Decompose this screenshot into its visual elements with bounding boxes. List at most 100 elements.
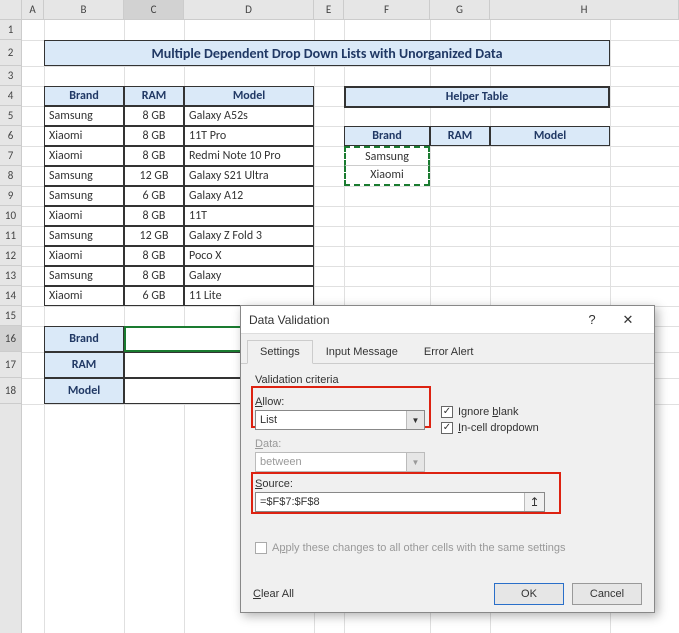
cell-ram[interactable]: 8 GB [124, 266, 184, 286]
data-value: between [260, 456, 302, 468]
row-header[interactable]: 4 [0, 86, 21, 106]
chevron-down-icon[interactable]: ▼ [406, 411, 424, 429]
cell-ram[interactable]: 8 GB [124, 206, 184, 226]
cell-ram[interactable]: 8 GB [124, 146, 184, 166]
cell-model[interactable]: 11T [184, 206, 314, 226]
cell-brand[interactable]: Xiaomi [44, 246, 124, 266]
cancel-button[interactable]: Cancel [572, 583, 642, 605]
in-cell-dropdown-checkbox[interactable]: ✓ [441, 422, 453, 434]
form-label-brand: Brand [44, 326, 124, 352]
dialog-titlebar[interactable]: Data Validation ? ✕ [241, 306, 654, 334]
helper-header-model: Model [490, 126, 610, 146]
clear-all-button[interactable]: Clear All [253, 588, 294, 600]
row-header[interactable]: 6 [0, 126, 21, 146]
ignore-blank-checkbox[interactable]: ✓ [441, 406, 453, 418]
row-header[interactable]: 18 [0, 378, 21, 404]
helper-header-brand: Brand [344, 126, 430, 146]
form-label-model: Model [44, 378, 124, 404]
row-header[interactable]: 12 [0, 246, 21, 266]
col-header[interactable]: F [344, 0, 430, 19]
helper-table-title: Helper Table [344, 86, 610, 108]
cell-model[interactable]: Poco X [184, 246, 314, 266]
allow-value: List [260, 414, 277, 426]
source-value: =$F$7:$F$8 [260, 496, 320, 508]
data-validation-dialog: Data Validation ? ✕ Settings Input Messa… [240, 305, 655, 613]
cell-ram[interactable]: 8 GB [124, 126, 184, 146]
cell-model[interactable]: Galaxy A12 [184, 186, 314, 206]
row-header[interactable]: 10 [0, 206, 21, 226]
table-header-model: Model [184, 86, 314, 106]
cell-ram[interactable]: 6 GB [124, 186, 184, 206]
col-header[interactable]: E [314, 0, 344, 19]
data-combo: between ▼ [255, 452, 425, 472]
helper-cell[interactable]: Xiaomi [344, 166, 430, 186]
cell-model[interactable]: Galaxy Z Fold 3 [184, 226, 314, 246]
cell-ram[interactable]: 6 GB [124, 286, 184, 306]
row-header[interactable]: 7 [0, 146, 21, 166]
row-header[interactable]: 11 [0, 226, 21, 246]
row-header[interactable]: 8 [0, 166, 21, 186]
data-label: Data: [255, 438, 425, 450]
dialog-title: Data Validation [249, 306, 574, 334]
row-header[interactable]: 14 [0, 286, 21, 306]
cell-ram[interactable]: 8 GB [124, 246, 184, 266]
helper-header-ram: RAM [430, 126, 490, 146]
col-header[interactable]: D [184, 0, 314, 19]
help-button[interactable]: ? [574, 306, 610, 334]
chevron-down-icon: ▼ [406, 453, 424, 471]
cell-model[interactable]: Galaxy [184, 266, 314, 286]
row-header[interactable]: 2 [0, 40, 21, 66]
row-header[interactable]: 3 [0, 66, 21, 86]
apply-checkbox [255, 542, 267, 554]
column-headers: A B C D E F G H [0, 0, 679, 20]
cell-model[interactable]: Galaxy S21 Ultra [184, 166, 314, 186]
col-header[interactable]: G [430, 0, 490, 19]
col-header[interactable]: H [490, 0, 679, 19]
row-header[interactable]: 16 [0, 326, 21, 352]
in-cell-dropdown-label: In-cell dropdown [458, 422, 539, 434]
form-label-ram: RAM [44, 352, 124, 378]
cell-model[interactable]: 11 Lite [184, 286, 314, 306]
tab-input-message[interactable]: Input Message [313, 340, 411, 364]
table-header-brand: Brand [44, 86, 124, 106]
dialog-tabs: Settings Input Message Error Alert [241, 340, 654, 364]
range-selector-icon[interactable]: ↥ [524, 493, 544, 511]
allow-combo[interactable]: List ▼ [255, 410, 425, 430]
row-header[interactable]: 5 [0, 106, 21, 126]
tab-settings[interactable]: Settings [247, 340, 313, 364]
select-all-corner[interactable] [0, 0, 22, 19]
table-header-ram: RAM [124, 86, 184, 106]
source-input[interactable]: =$F$7:$F$8 ↥ [255, 492, 545, 512]
apply-label: Apply these changes to all other cells w… [272, 542, 566, 554]
cell-brand[interactable]: Samsung [44, 266, 124, 286]
cell-ram[interactable]: 12 GB [124, 166, 184, 186]
row-header[interactable]: 1 [0, 20, 21, 40]
close-button[interactable]: ✕ [610, 306, 646, 334]
row-header[interactable]: 9 [0, 186, 21, 206]
cell-model[interactable]: 11T Pro [184, 126, 314, 146]
cell-brand[interactable]: Xiaomi [44, 146, 124, 166]
row-header[interactable]: 13 [0, 266, 21, 286]
col-header[interactable]: A [22, 0, 44, 19]
cell-brand[interactable]: Xiaomi [44, 206, 124, 226]
col-header[interactable]: B [44, 0, 124, 19]
helper-cell[interactable]: Samsung [344, 146, 430, 166]
cell-brand[interactable]: Samsung [44, 226, 124, 246]
ignore-blank-label: Ignore blank [458, 406, 519, 418]
cell-brand[interactable]: Xiaomi [44, 286, 124, 306]
ok-button[interactable]: OK [494, 583, 564, 605]
cell-brand[interactable]: Samsung [44, 186, 124, 206]
cell-ram[interactable]: 8 GB [124, 106, 184, 126]
tab-error-alert[interactable]: Error Alert [411, 340, 487, 364]
cell-brand[interactable]: Samsung [44, 166, 124, 186]
row-header[interactable]: 15 [0, 306, 21, 326]
cell-ram[interactable]: 12 GB [124, 226, 184, 246]
cell-model[interactable]: Redmi Note 10 Pro [184, 146, 314, 166]
cell-brand[interactable]: Samsung [44, 106, 124, 126]
col-header[interactable]: C [124, 0, 184, 19]
row-header[interactable]: 17 [0, 352, 21, 378]
row-headers: 1 2 3 4 5 6 7 8 9 10 11 12 13 14 15 16 1… [0, 20, 22, 633]
cell-brand[interactable]: Xiaomi [44, 126, 124, 146]
cell-model[interactable]: Galaxy A52s [184, 106, 314, 126]
sheet-title: Multiple Dependent Drop Down Lists with … [44, 40, 610, 66]
